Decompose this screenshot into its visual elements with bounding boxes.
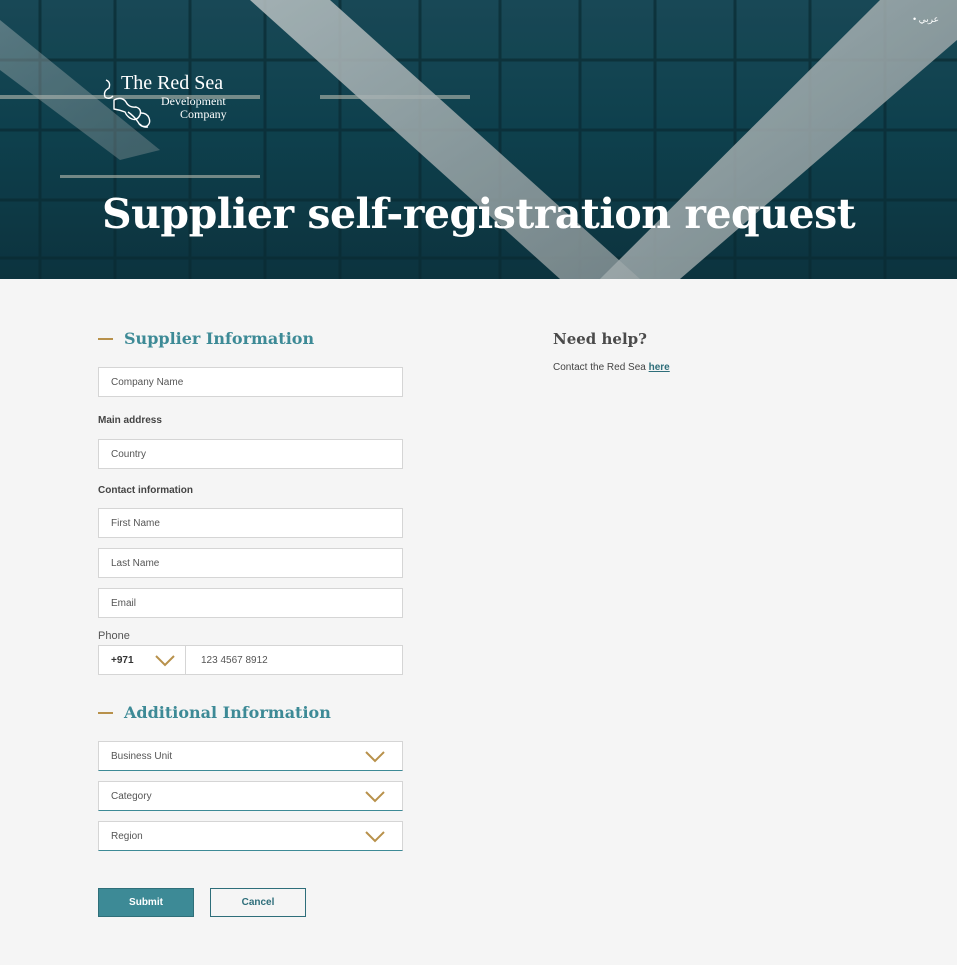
phone-number-input[interactable] <box>186 646 402 674</box>
chevron-down-icon <box>365 791 385 803</box>
help-contact-link[interactable]: here <box>649 362 670 373</box>
cancel-button[interactable]: Cancel <box>210 888 306 917</box>
additional-section-heading: Additional Information <box>98 703 331 722</box>
phone-label: Phone <box>98 630 130 642</box>
heading-dash <box>98 337 113 340</box>
region-value: Region <box>111 830 143 842</box>
email-field[interactable] <box>98 588 403 618</box>
company-name-field[interactable] <box>98 367 403 397</box>
help-text: Contact the Red Sea here <box>553 362 670 373</box>
first-name-field[interactable] <box>98 508 403 538</box>
help-heading: Need help? <box>553 330 647 348</box>
contact-information-label: Contact information <box>98 485 193 496</box>
submit-button[interactable]: Submit <box>98 888 194 917</box>
additional-section-title: Additional Information <box>124 703 331 722</box>
email-input[interactable] <box>99 589 402 617</box>
region-select[interactable]: Region <box>98 821 403 851</box>
company-name-input[interactable] <box>99 368 402 396</box>
country-input[interactable] <box>99 440 402 468</box>
logo-title: The Red Sea <box>121 72 224 94</box>
supplier-section-heading: Supplier Information <box>98 329 314 348</box>
first-name-input[interactable] <box>99 509 402 537</box>
business-unit-value: Business Unit <box>111 750 173 762</box>
last-name-field[interactable] <box>98 548 403 578</box>
country-field[interactable] <box>98 439 403 469</box>
country-code-value: +971 <box>111 654 134 666</box>
hero-banner: • عربي The Red Sea Development Company S… <box>0 0 957 279</box>
language-switch-link[interactable]: • عربي <box>913 14 939 25</box>
logo-subtitle: Company <box>180 107 227 121</box>
last-name-input[interactable] <box>99 549 402 577</box>
chevron-down-icon <box>365 751 385 763</box>
supplier-section-title: Supplier Information <box>124 329 315 348</box>
category-select[interactable]: Category <box>98 781 403 811</box>
country-code-select[interactable]: +971 <box>99 646 186 674</box>
help-text-body: Contact the Red Sea <box>553 362 649 373</box>
phone-field: +971 <box>98 645 403 675</box>
main-address-label: Main address <box>98 415 162 426</box>
page-title: Supplier self-registration request <box>102 190 856 238</box>
business-unit-select[interactable]: Business Unit <box>98 741 403 771</box>
chevron-down-icon <box>155 655 175 667</box>
heading-dash <box>98 711 113 714</box>
category-value: Category <box>111 790 152 802</box>
chevron-down-icon <box>365 831 385 843</box>
